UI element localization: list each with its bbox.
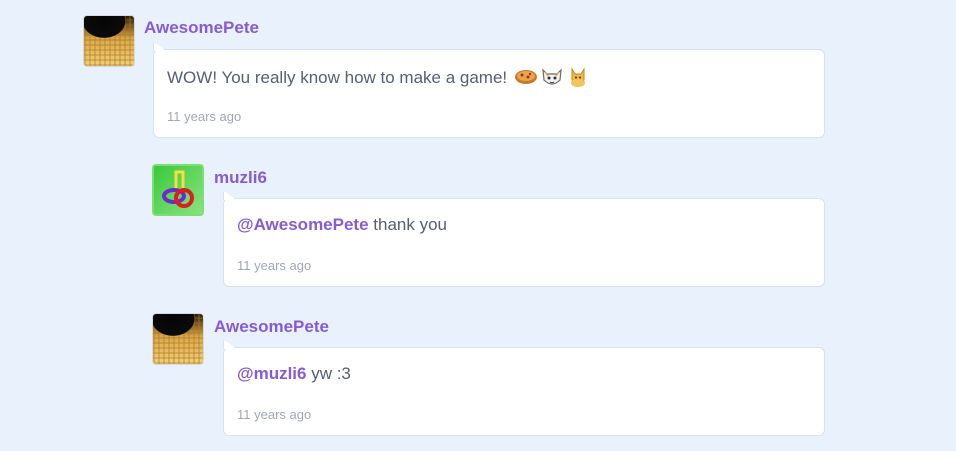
comment-bubble: @muzli6 yw :3 11 years ago [223,347,825,436]
username-link[interactable]: AwesomePete [214,317,329,337]
comment-text: yw :3 [306,364,351,383]
avatar[interactable] [152,313,204,365]
comment-timestamp: 11 years ago [237,407,312,422]
mention-link[interactable]: @muzli6 [237,364,306,383]
comment-reply: AwesomePete @muzli6 yw :3 11 years ago [0,0,956,451]
comment-content: @muzli6 yw :3 [237,364,351,384]
comments-section: AwesomePete WOW! You really know how to … [0,0,956,451]
